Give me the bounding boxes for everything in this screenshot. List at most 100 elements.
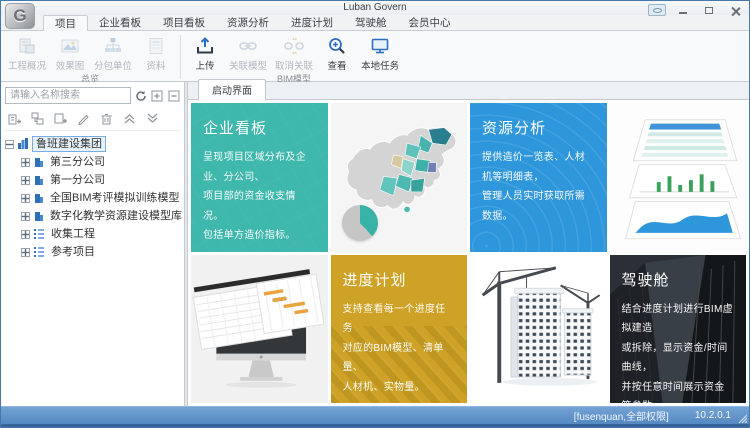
- tile-stacked-reports-illustration[interactable]: [610, 103, 747, 252]
- pie-chart: [342, 205, 378, 241]
- tile-title: 资源分析: [482, 117, 595, 138]
- tile-line: 人材机、实物量。: [343, 378, 456, 398]
- tile-resource-analysis[interactable]: 资源分析 提供造价一览表、人材机等明细表， 管理人员实时获取所需数据。: [470, 103, 607, 252]
- tree-item-folder[interactable]: 收集工程: [5, 225, 180, 243]
- application-window: Luban Govern G 项目 企业看板 项目看板 资源分析 进度计划 驾驶…: [0, 0, 750, 428]
- tile-line: 提供造价一览表、人材机等明细表，: [482, 148, 595, 187]
- tab-project-dashboard[interactable]: 项目看板: [152, 15, 216, 31]
- tree-item-label: 收集工程: [48, 227, 98, 241]
- view-button[interactable]: 查看: [317, 34, 357, 72]
- unlink-button[interactable]: 取消关联: [271, 34, 317, 72]
- expand-toggle-icon[interactable]: [21, 158, 30, 167]
- edit-icon[interactable]: [76, 111, 90, 125]
- tree-item-label: 全国BIM考评模拟训练模型: [47, 191, 183, 205]
- list-icon: [33, 245, 45, 260]
- stacked-reports-graphic: [610, 103, 747, 252]
- materials-button[interactable]: 资料: [136, 34, 176, 72]
- tile-enterprise-dashboard[interactable]: 企业看板 呈现项目区域分布及企业、分公司、 项目部的资金收支情况。 包括单方造价…: [191, 103, 328, 252]
- expand-toggle-icon[interactable]: [21, 212, 30, 221]
- local-task-icon: [369, 35, 391, 57]
- tile-monitor-schedule-illustration[interactable]: [191, 255, 328, 404]
- expand-toggle-icon[interactable]: [21, 194, 30, 203]
- titlebar[interactable]: Luban Govern: [1, 1, 749, 15]
- tree-item-label: 参考项目: [48, 245, 98, 259]
- subcontractor-button[interactable]: 分包单位: [90, 34, 136, 72]
- tab-cockpit[interactable]: 驾驶舱: [344, 15, 398, 31]
- minimize-icon[interactable]: [674, 4, 692, 16]
- company-icon: [33, 191, 44, 206]
- link-model-button[interactable]: 关联模型: [225, 34, 271, 72]
- tile-line: 项目部的资金收支情况。: [203, 187, 316, 226]
- company-icon: [33, 209, 44, 224]
- add-branch-icon[interactable]: [30, 111, 44, 125]
- tree-item-folder[interactable]: 参考项目: [5, 243, 180, 261]
- tile-china-map-illustration[interactable]: [331, 103, 468, 252]
- organization-icon: [17, 137, 29, 152]
- tile-line: 包括单方造价指标。: [203, 226, 316, 246]
- expand-toggle-icon[interactable]: [21, 176, 30, 185]
- window-title: Luban Govern: [343, 2, 406, 13]
- skin-icon[interactable]: [648, 4, 666, 16]
- company-icon: [33, 173, 44, 188]
- rendering-image-button[interactable]: 效果图: [50, 34, 90, 72]
- tree-item-label: 鲁班建设集团: [32, 136, 106, 152]
- project-overview-icon: [16, 35, 38, 57]
- upload-button[interactable]: 上传: [185, 34, 225, 72]
- ribbon-tab-bar: 项目 企业看板 项目看板 资源分析 进度计划 驾驶舱 会员中心: [1, 15, 749, 31]
- add-project-icon[interactable]: [53, 111, 67, 125]
- version-number: 10.2.0.1: [695, 410, 731, 421]
- search-input[interactable]: [5, 87, 131, 104]
- ribbon: 工程概况 效果图 分包单位: [1, 30, 749, 82]
- tree-item-label: 数字化教学资源建设模型库: [47, 209, 185, 223]
- move-up-icon[interactable]: [122, 111, 136, 125]
- tree-item-company[interactable]: 第三分公司: [5, 153, 180, 171]
- org-chart-icon: [102, 35, 124, 57]
- maximize-icon[interactable]: [700, 4, 718, 16]
- tile-cockpit[interactable]: 驾驶舱 结合进度计划进行BIM虚拟建造 或拆除，显示资金/时间曲线， 并按任意时…: [610, 255, 747, 404]
- resize-grip[interactable]: [737, 413, 747, 423]
- collapse-all-icon[interactable]: [168, 88, 180, 103]
- tile-construction-illustration[interactable]: [470, 255, 607, 404]
- tree-item-company[interactable]: 第一分公司: [5, 171, 180, 189]
- local-tasks-button[interactable]: 本地任务: [357, 34, 403, 72]
- tree-item-root[interactable]: 鲁班建设集团: [5, 135, 180, 153]
- tile-title: 进度计划: [343, 269, 456, 290]
- rendering-image-icon: [59, 35, 81, 57]
- tab-resource-analysis[interactable]: 资源分析: [216, 15, 280, 31]
- delete-icon[interactable]: [99, 111, 113, 125]
- refresh-icon[interactable]: [135, 88, 147, 103]
- upload-icon: [194, 35, 216, 57]
- tile-line: 对应的BIM模型、清单量、: [343, 339, 456, 378]
- project-tree-sidebar: 鲁班建设集团 第三分公司 第一分公司 全国BIM考评模拟训练模型: [1, 82, 185, 406]
- tile-line: 结合进度计划进行BIM虚拟建造: [622, 300, 735, 339]
- ribbon-group-bim-model: 上传 关联模型 取消关联: [182, 31, 406, 81]
- ribbon-separator: [180, 35, 181, 79]
- zoom-view-icon: [326, 35, 348, 57]
- expand-all-icon[interactable]: [151, 88, 163, 103]
- tree-toolbar: [5, 104, 180, 131]
- tree-item-company[interactable]: 全国BIM考评模拟训练模型: [5, 189, 180, 207]
- ribbon-group-overview: 工程概况 效果图 分包单位: [1, 31, 179, 81]
- tab-schedule-plan[interactable]: 进度计划: [280, 15, 344, 31]
- company-icon: [33, 155, 44, 170]
- project-overview-button[interactable]: 工程概况: [4, 34, 50, 72]
- close-icon[interactable]: [726, 4, 744, 16]
- add-org-icon[interactable]: [7, 111, 21, 125]
- list-icon: [33, 227, 45, 242]
- tab-enterprise-dashboard[interactable]: 企业看板: [88, 15, 152, 31]
- unlink-icon: [283, 35, 305, 57]
- tree-item-label: 第一分公司: [47, 173, 108, 187]
- expand-toggle-icon[interactable]: [21, 230, 30, 239]
- status-bar: [fusenquan,全部权限] 10.2.0.1: [1, 406, 749, 427]
- tree-item-company[interactable]: 数字化教学资源建设模型库: [5, 207, 180, 225]
- expand-toggle-icon[interactable]: [21, 248, 30, 257]
- tile-title: 企业看板: [203, 117, 316, 138]
- collapse-toggle-icon[interactable]: [5, 140, 14, 149]
- current-user-permissions: [fusenquan,全部权限]: [574, 408, 669, 423]
- move-down-icon[interactable]: [145, 111, 159, 125]
- tile-schedule-plan[interactable]: 进度计划 支持查看每一个进度任务 对应的BIM模型、清单量、 人材机、实物量。: [331, 255, 468, 404]
- tab-member-center[interactable]: 会员中心: [398, 15, 462, 31]
- tile-line: 支持查看每一个进度任务: [343, 300, 456, 339]
- tab-project[interactable]: 项目: [43, 15, 88, 31]
- tab-launch-screen[interactable]: 启动界面: [198, 79, 266, 100]
